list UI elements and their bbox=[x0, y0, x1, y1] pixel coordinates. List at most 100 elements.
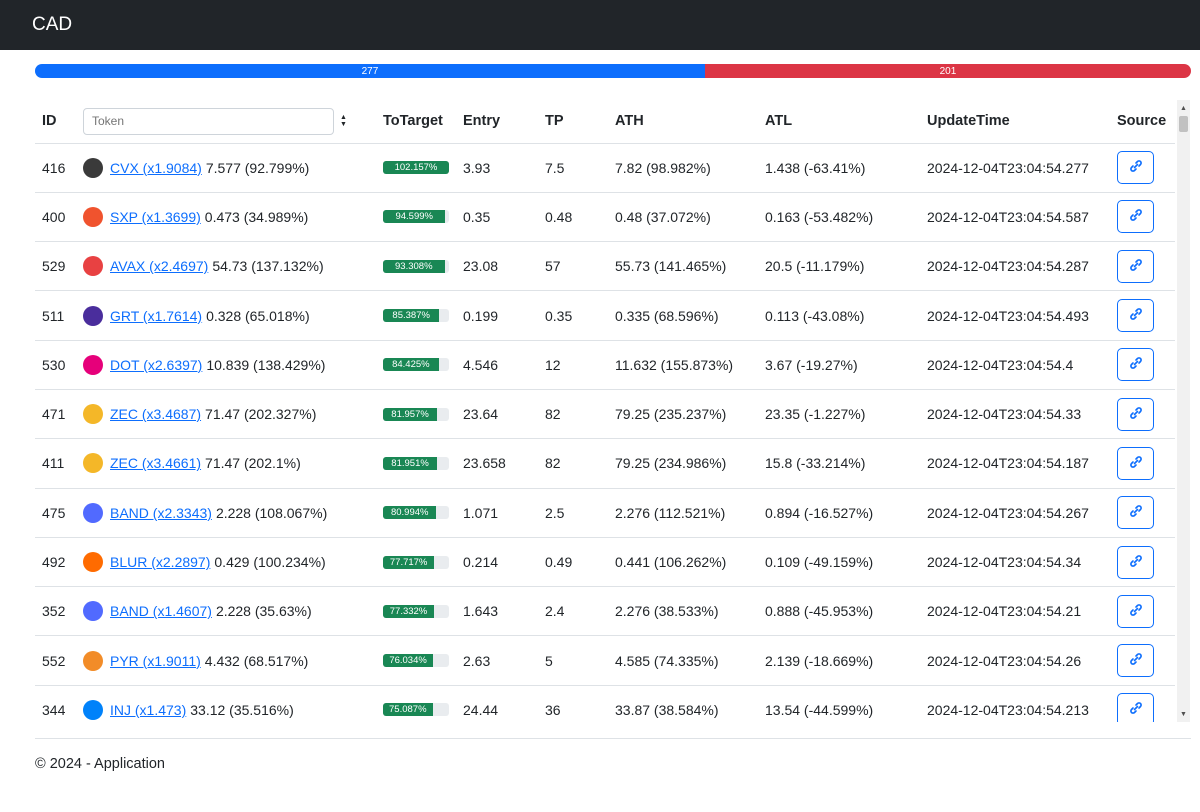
row-to-target: 81.951% bbox=[383, 438, 463, 489]
to-target-bar: 81.951% bbox=[383, 456, 449, 470]
link-icon bbox=[1128, 700, 1144, 719]
token-price: 4.432 (68.517%) bbox=[204, 652, 309, 669]
sort-icon[interactable]: ▲ ▼ bbox=[340, 114, 347, 128]
row-tp: 0.48 bbox=[545, 192, 615, 243]
band-icon bbox=[83, 601, 103, 622]
row-to-target: 94.599% bbox=[383, 192, 463, 243]
token-price: 54.73 (137.132%) bbox=[212, 258, 324, 275]
row-token: ZEC (x3.4687) 71.47 (202.327%) bbox=[83, 389, 383, 440]
row-to-target: 77.717% bbox=[383, 537, 463, 588]
up-count-label: 277 bbox=[361, 65, 379, 77]
source-link-button[interactable] bbox=[1117, 446, 1154, 480]
token-link[interactable]: BAND (x2.3343) bbox=[110, 505, 212, 521]
to-target-bar: 94.599% bbox=[383, 210, 449, 224]
token-link[interactable]: GRT (x1.7614) bbox=[110, 308, 202, 324]
token-link[interactable]: BAND (x1.4607) bbox=[110, 603, 212, 619]
table-row: 400 SXP (x1.3699) 0.473 (34.989%) 94.599% 0… bbox=[35, 192, 1175, 243]
row-token: SXP (x1.3699) 0.473 (34.989%) bbox=[83, 192, 383, 243]
row-to-target: 85.387% bbox=[383, 290, 463, 341]
table-row: 471 ZEC (x3.4687) 71.47 (202.327%) 81.957%… bbox=[35, 389, 1175, 440]
row-tp: 82 bbox=[545, 389, 615, 440]
row-id: 552 bbox=[35, 635, 83, 686]
row-update-time: 2024-12-04T23:04:54.267 bbox=[927, 488, 1117, 538]
row-id: 344 bbox=[35, 685, 83, 722]
source-link-button[interactable] bbox=[1117, 496, 1154, 530]
row-id: 416 bbox=[35, 143, 83, 193]
token-link[interactable]: BLUR (x2.2897) bbox=[110, 554, 210, 570]
source-link-button[interactable] bbox=[1117, 545, 1154, 579]
row-update-time: 2024-12-04T23:04:54.277 bbox=[927, 143, 1117, 193]
token-filter-input[interactable] bbox=[83, 107, 334, 135]
token-link[interactable]: DOT (x2.6397) bbox=[110, 357, 202, 373]
to-target-fill: 77.332% bbox=[383, 604, 435, 618]
token-link[interactable]: PYR (x1.9011) bbox=[110, 653, 201, 669]
header-token: ▲▼ bbox=[83, 100, 383, 144]
to-target-bar: 81.957% bbox=[383, 407, 449, 421]
to-target-bar: 102.157% bbox=[383, 161, 449, 175]
row-update-time: 2024-12-04T23:04:54.287 bbox=[927, 241, 1117, 292]
scroll-thumb[interactable] bbox=[1179, 116, 1188, 132]
to-target-bar: 77.717% bbox=[383, 555, 449, 569]
header-ath: ATH bbox=[615, 100, 765, 144]
token-link[interactable]: SXP (x1.3699) bbox=[110, 209, 201, 225]
token-link[interactable]: ZEC (x3.4661) bbox=[110, 455, 201, 471]
row-source bbox=[1117, 438, 1175, 489]
link-icon bbox=[1128, 602, 1144, 621]
token-link[interactable]: INJ (x1.473) bbox=[110, 702, 186, 718]
row-to-target: 81.957% bbox=[383, 389, 463, 440]
token-link[interactable]: AVAX (x2.4697) bbox=[110, 258, 208, 274]
source-link-button[interactable] bbox=[1117, 693, 1154, 722]
link-icon bbox=[1128, 405, 1144, 424]
row-to-target: 80.994% bbox=[383, 488, 463, 538]
table-row: 416 CVX (x1.9084) 7.577 (92.799%) 102.157%… bbox=[35, 143, 1175, 193]
row-tp: 5 bbox=[545, 635, 615, 686]
row-token: BAND (x1.4607) 2.228 (35.63%) bbox=[83, 586, 383, 637]
row-ath: 4.585 (74.335%) bbox=[615, 635, 765, 686]
row-to-target: 75.087% bbox=[383, 685, 463, 722]
to-target-fill: 102.157% bbox=[383, 161, 449, 175]
row-id: 400 bbox=[35, 192, 83, 243]
row-entry: 1.643 bbox=[463, 586, 545, 637]
source-link-button[interactable] bbox=[1117, 594, 1154, 628]
zec-icon bbox=[83, 453, 103, 474]
to-target-fill: 77.717% bbox=[383, 555, 435, 569]
to-target-fill: 81.951% bbox=[383, 456, 438, 470]
zec-icon bbox=[83, 404, 103, 425]
token-table-container[interactable]: ID ▲▼ ToTarget Entry TP ATH ATL UpdateTi… bbox=[35, 100, 1191, 722]
footer-text: © 2024 - Application bbox=[35, 756, 165, 772]
row-token: ZEC (x3.4661) 71.47 (202.1%) bbox=[83, 438, 383, 489]
source-link-button[interactable] bbox=[1117, 644, 1154, 678]
row-ath: 33.87 (38.584%) bbox=[615, 685, 765, 722]
row-id: 411 bbox=[35, 438, 83, 489]
table-header-row: ID ▲▼ ToTarget Entry TP ATH ATL UpdateTi… bbox=[35, 100, 1175, 144]
row-id: 492 bbox=[35, 537, 83, 588]
token-price: 7.577 (92.799%) bbox=[205, 159, 310, 176]
up-down-progress: 277 201 bbox=[35, 64, 1191, 78]
table-row: 411 ZEC (x3.4661) 71.47 (202.1%) 81.951% 23… bbox=[35, 438, 1175, 489]
row-ath: 79.25 (234.986%) bbox=[615, 438, 765, 489]
row-ath: 0.441 (106.262%) bbox=[615, 537, 765, 588]
row-tp: 0.35 bbox=[545, 290, 615, 341]
up-count-segment: 277 bbox=[35, 64, 705, 78]
token-link[interactable]: CVX (x1.9084) bbox=[110, 160, 202, 176]
source-link-button[interactable] bbox=[1117, 397, 1154, 431]
source-link-button[interactable] bbox=[1117, 200, 1154, 234]
app-title[interactable]: CAD bbox=[32, 14, 72, 36]
row-entry: 0.199 bbox=[463, 290, 545, 341]
footer-divider bbox=[35, 738, 1191, 739]
source-link-button[interactable] bbox=[1117, 299, 1154, 333]
row-ath: 11.632 (155.873%) bbox=[615, 340, 765, 390]
link-icon bbox=[1128, 553, 1144, 572]
scroll-down-arrow-icon[interactable]: ▼ bbox=[1177, 708, 1190, 720]
scroll-up-arrow-icon[interactable]: ▲ bbox=[1177, 102, 1190, 114]
source-link-button[interactable] bbox=[1117, 348, 1154, 382]
source-link-button[interactable] bbox=[1117, 151, 1154, 185]
row-source bbox=[1117, 241, 1175, 292]
token-link[interactable]: ZEC (x3.4687) bbox=[110, 406, 201, 422]
link-icon bbox=[1128, 306, 1144, 325]
source-link-button[interactable] bbox=[1117, 249, 1154, 283]
table-scrollbar[interactable]: ▲ ▼ bbox=[1177, 100, 1190, 722]
row-tp: 36 bbox=[545, 685, 615, 722]
to-target-fill: 81.957% bbox=[383, 407, 438, 421]
token-price: 2.228 (108.067%) bbox=[215, 504, 328, 521]
